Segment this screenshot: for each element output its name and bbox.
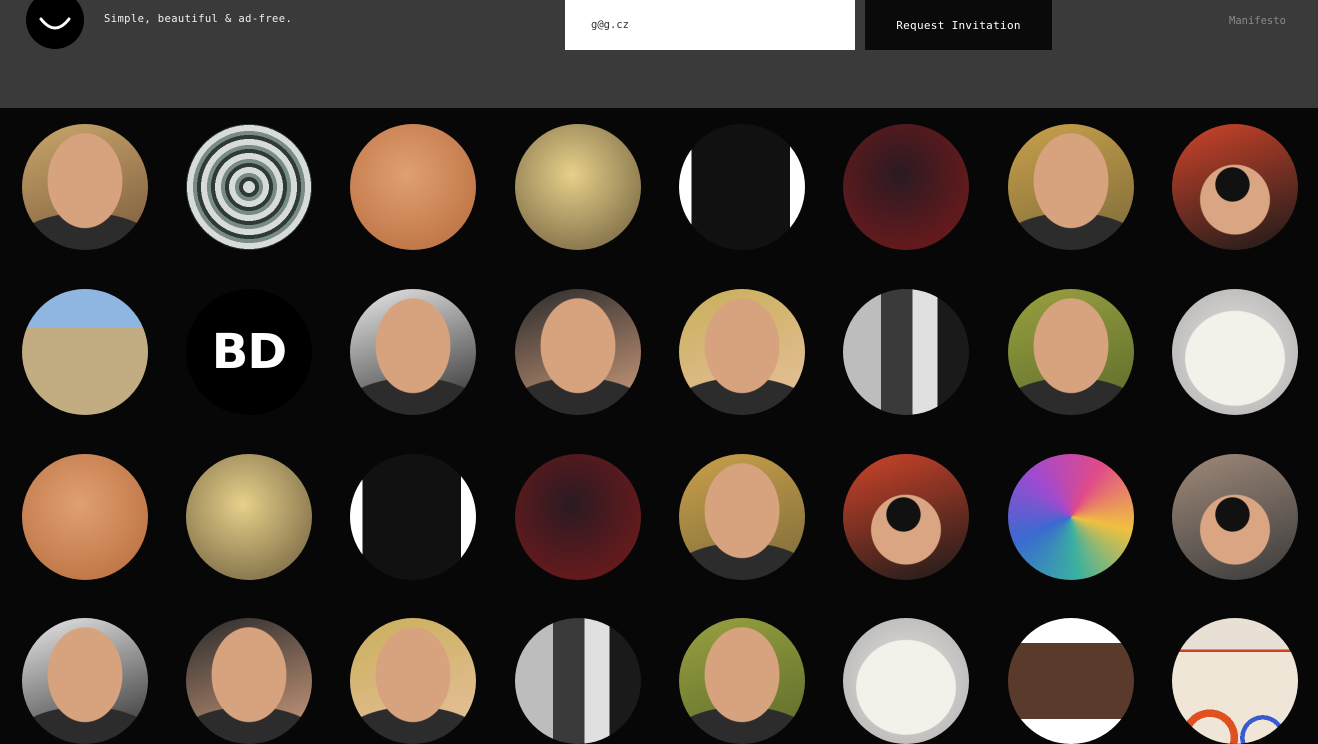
- avatar-bw-portrait[interactable]: [843, 289, 969, 415]
- avatar-man-glasses-2[interactable]: [22, 618, 148, 744]
- avatar-white-cat[interactable]: [1172, 289, 1298, 415]
- avatar-user-sunglasses-woman[interactable]: [22, 124, 148, 250]
- avatar-framed-photo[interactable]: [1008, 618, 1134, 744]
- avatar-man-greenery-2[interactable]: [679, 618, 805, 744]
- avatar-woman-in-chair-2[interactable]: [515, 454, 641, 580]
- manifesto-link[interactable]: Manifesto: [1229, 15, 1286, 27]
- avatar-white-cat-2[interactable]: [843, 618, 969, 744]
- tagline: Simple, beautiful & ad-free.: [104, 13, 293, 25]
- avatar-man-glasses[interactable]: [350, 289, 476, 415]
- avatar-camera-man[interactable]: [1172, 124, 1298, 250]
- avatar-man-portrait-2[interactable]: [186, 618, 312, 744]
- avatar-man-greenery[interactable]: [1008, 289, 1134, 415]
- request-invitation-button[interactable]: Request Invitation: [865, 0, 1052, 50]
- avatar-plaza-building-2[interactable]: [22, 454, 148, 580]
- avatar-grid: BD: [0, 108, 1318, 744]
- email-input[interactable]: [565, 0, 855, 50]
- avatar-dark-figure-2[interactable]: [350, 454, 476, 580]
- avatar-pastry[interactable]: [515, 124, 641, 250]
- avatar-colorful-art[interactable]: [1008, 454, 1134, 580]
- avatar-skull-facepaint-2[interactable]: [350, 618, 476, 744]
- avatar-skull-facepaint[interactable]: [679, 289, 805, 415]
- avatar-pastry-2[interactable]: [186, 454, 312, 580]
- avatar-man-red-cap-2[interactable]: [679, 454, 805, 580]
- avatar-photographer[interactable]: [1172, 454, 1298, 580]
- avatar-plaza-building[interactable]: [350, 124, 476, 250]
- avatar-bw-portrait-2[interactable]: [515, 618, 641, 744]
- avatar-dark-figure[interactable]: [679, 124, 805, 250]
- avatar-initials: BD: [211, 324, 287, 380]
- top-bar: Simple, beautiful & ad-free. Request Inv…: [0, 0, 1318, 108]
- avatar-woman-in-chair[interactable]: [843, 124, 969, 250]
- avatar-camera-man-2[interactable]: [843, 454, 969, 580]
- ello-logo-icon[interactable]: [26, 0, 84, 49]
- avatar-orange-arcs[interactable]: [1172, 618, 1298, 744]
- avatar-man-red-cap[interactable]: [1008, 124, 1134, 250]
- avatar-man-portrait[interactable]: [515, 289, 641, 415]
- avatar-bd-logo[interactable]: BD: [186, 289, 312, 415]
- avatar-hiker-trail[interactable]: [22, 289, 148, 415]
- avatar-concentric-rings[interactable]: [186, 124, 312, 250]
